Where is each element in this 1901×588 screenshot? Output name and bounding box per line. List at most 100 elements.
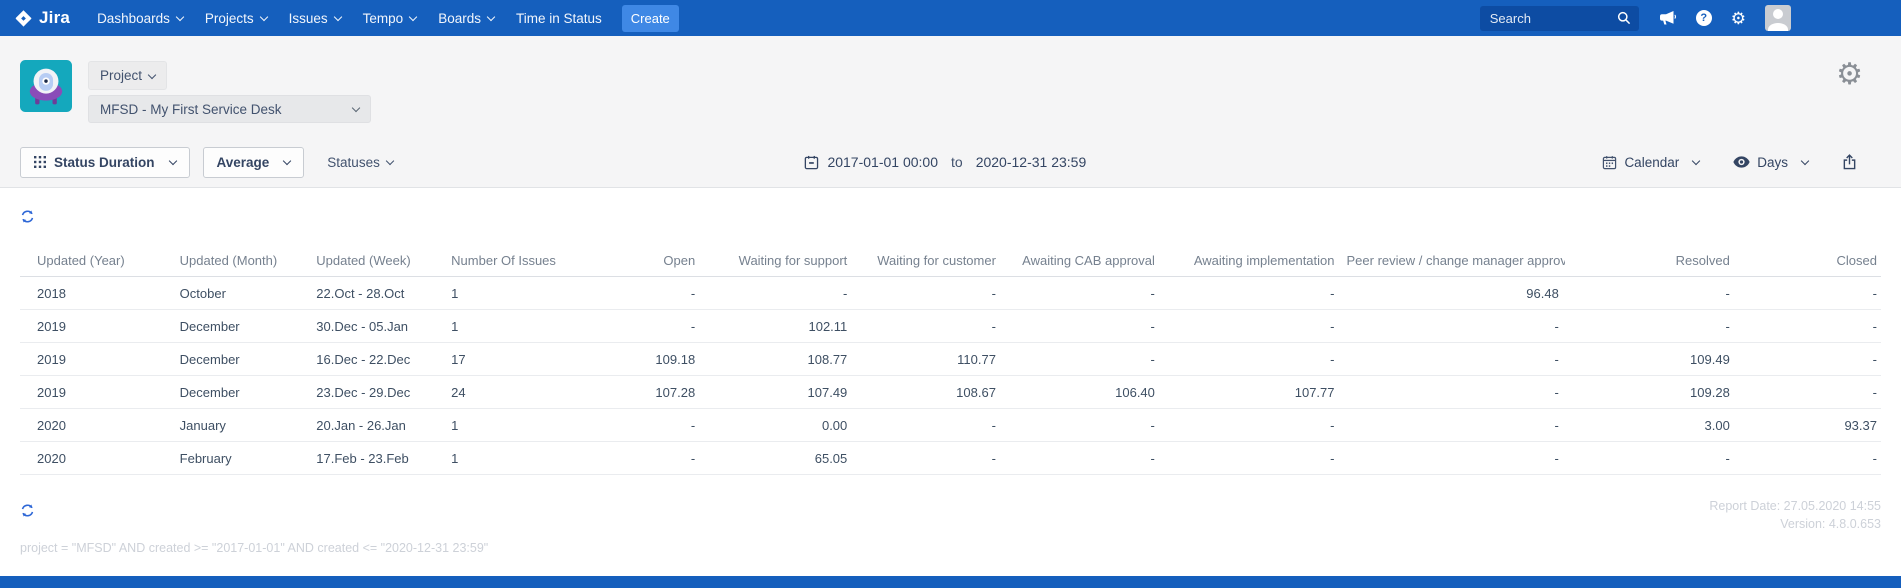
- table-cell: -: [1340, 342, 1565, 376]
- search-input[interactable]: [1487, 9, 1611, 27]
- table-cell: 24: [445, 375, 574, 409]
- table-header-row: Updated (Year) Updated (Month) Updated (We…: [20, 245, 1881, 277]
- table-cell: 2019: [20, 309, 174, 343]
- export-button[interactable]: [1842, 154, 1857, 170]
- table-cell: 22.Oct - 28.Oct: [310, 276, 446, 310]
- table-cell: -: [1001, 441, 1161, 475]
- table-cell: 93.37: [1735, 408, 1881, 442]
- chevron-down-icon: [259, 12, 268, 22]
- table-cell: -: [701, 276, 854, 310]
- grid-icon: [34, 156, 46, 168]
- table-cell: -: [1735, 309, 1881, 343]
- nav-item-time-in-status[interactable]: Time in Status: [505, 0, 613, 36]
- date-range-picker[interactable]: 2017-01-01 00:00 to 2020-12-31 23:59: [803, 154, 1086, 170]
- table-cell: 17: [445, 342, 574, 376]
- bottom-bar: [0, 576, 1901, 588]
- table-cell: 1: [445, 408, 574, 442]
- column-header: Updated (Month): [173, 245, 311, 277]
- megaphone-icon[interactable]: [1659, 10, 1677, 26]
- date-to: 2020-12-31 23:59: [975, 154, 1087, 170]
- table-cell: 109.49: [1564, 342, 1736, 376]
- column-header: Closed: [1735, 245, 1881, 277]
- column-header: Resolved: [1564, 245, 1736, 277]
- report-type-dropdown[interactable]: Status Duration: [20, 146, 190, 178]
- chevron-down-icon: [385, 156, 395, 166]
- table-cell: 1: [445, 309, 574, 343]
- jira-logo-icon: [15, 9, 32, 27]
- nav-item-label: Issues: [288, 10, 328, 26]
- search-icon[interactable]: [1617, 11, 1631, 25]
- table-cell: 20.Jan - 26.Jan: [310, 408, 446, 442]
- column-header: Waiting for customer: [853, 245, 1002, 277]
- version-label: Version: 4.8.0.653: [1780, 517, 1881, 531]
- page: Jira Dashboards Projects Issues Tempo Boards…: [0, 0, 1901, 588]
- table-cell: 2020: [20, 408, 174, 442]
- refresh-icon: [21, 504, 34, 517]
- table-body: 2018 October 22.Oct - 28.Oct 1- - - - -96.48- -2…: [20, 276, 1881, 475]
- table-cell: -: [1340, 408, 1565, 442]
- project-select[interactable]: MFSD - My First Service Desk: [88, 95, 371, 123]
- table-cell: 2020: [20, 441, 174, 475]
- nav-item-label: Boards: [438, 10, 481, 26]
- project-scope-label: Project: [100, 68, 143, 83]
- table-cell: 108.77: [701, 342, 854, 376]
- table-cell: -: [1735, 276, 1881, 310]
- chevron-down-icon: [168, 156, 177, 166]
- calendar-minus-icon: [804, 155, 818, 169]
- report-content: Updated (Year) Updated (Month) Updated (We…: [0, 189, 1901, 576]
- table-cell: December: [173, 375, 311, 409]
- table-cell: February: [173, 441, 311, 475]
- nav-item-boards[interactable]: Boards: [427, 0, 505, 36]
- refresh-button[interactable]: [20, 209, 35, 224]
- chevron-down-icon: [408, 12, 418, 22]
- statuses-dropdown[interactable]: Statuses: [327, 154, 395, 170]
- jira-logo-text: Jira: [39, 8, 71, 27]
- help-icon[interactable]: ?: [1695, 10, 1712, 26]
- settings-gear-icon[interactable]: ⚙: [1836, 60, 1863, 90]
- nav-item-issues[interactable]: Issues: [278, 0, 352, 36]
- nav-item-label: Time in Status: [515, 10, 602, 26]
- table-cell: 1: [445, 276, 574, 310]
- date-from: 2017-01-01 00:00: [827, 154, 939, 170]
- table-cell: -: [1001, 276, 1161, 310]
- user-avatar[interactable]: [1765, 5, 1791, 31]
- nav-item-projects[interactable]: Projects: [194, 0, 278, 36]
- refresh-button-bottom[interactable]: [20, 503, 35, 518]
- column-header: Updated (Week): [310, 245, 446, 277]
- statuses-label: Statuses: [327, 154, 380, 170]
- nav-item-tempo[interactable]: Tempo: [352, 0, 428, 36]
- report-type-label: Status Duration: [54, 154, 155, 170]
- table-cell: -: [1564, 276, 1736, 310]
- table-cell: -: [1001, 309, 1161, 343]
- project-select-value: MFSD - My First Service Desk: [100, 101, 282, 117]
- table-cell: -: [573, 309, 702, 343]
- table-cell: December: [173, 309, 311, 343]
- project-scope-button[interactable]: Project: [88, 61, 168, 90]
- jira-logo[interactable]: Jira: [14, 8, 70, 28]
- table-cell: -: [1160, 408, 1341, 442]
- metric-dropdown[interactable]: Average: [202, 146, 305, 178]
- nav-gear-icon[interactable]: ⚙: [1731, 10, 1746, 27]
- table-row: 2018 October 22.Oct - 28.Oct 1- - - - -96.48- -: [20, 276, 1881, 310]
- nav-item-dashboards[interactable]: Dashboards: [86, 0, 194, 36]
- table-cell: -: [1340, 375, 1565, 409]
- eye-icon: [1733, 156, 1750, 168]
- chevron-down-icon: [351, 103, 361, 113]
- date-separator: to: [951, 154, 963, 170]
- export-icon: [1843, 154, 1856, 170]
- column-header: Awaiting implementation: [1160, 245, 1341, 277]
- table-cell: -: [1160, 309, 1341, 343]
- column-header: Number Of Issues: [445, 245, 574, 277]
- table-cell: -: [1001, 408, 1161, 442]
- table-cell: -: [1160, 342, 1341, 376]
- table-cell: -: [573, 276, 702, 310]
- table-cell: 16.Dec - 22.Dec: [310, 342, 446, 376]
- table-cell: -: [1340, 441, 1565, 475]
- create-button[interactable]: Create: [621, 4, 679, 32]
- report-toolbar: Status Duration Average Statuses 2017-01…: [0, 144, 1901, 180]
- chevron-down-icon: [147, 70, 157, 79]
- table-cell: 107.28: [573, 375, 702, 409]
- nav-item-label: Dashboards: [97, 10, 170, 26]
- time-unit-dropdown[interactable]: Days: [1733, 155, 1810, 170]
- calendar-type-dropdown[interactable]: Calendar: [1602, 155, 1701, 170]
